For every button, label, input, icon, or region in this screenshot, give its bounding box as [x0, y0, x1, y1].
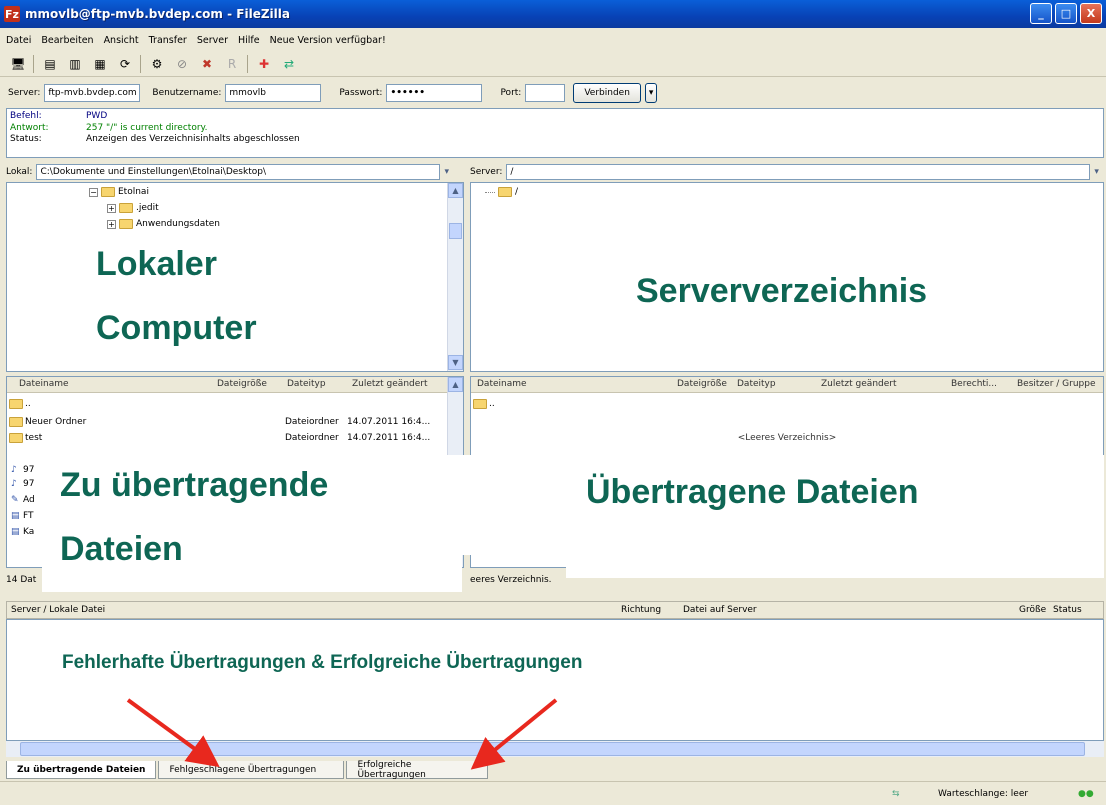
red-arrow-successful	[470, 698, 558, 770]
filezilla-window: Fz mmovlb@ftp-mvb.bvdep.com - FileZilla …	[0, 0, 1106, 805]
red-arrow-failed	[126, 698, 220, 768]
annotation-arrows	[126, 698, 558, 770]
